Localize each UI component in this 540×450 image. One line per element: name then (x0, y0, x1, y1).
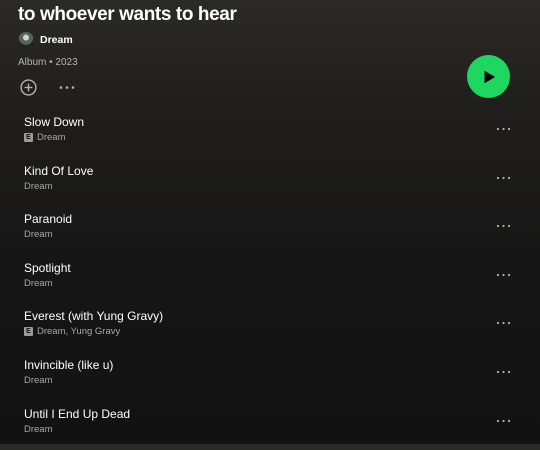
track-more-button[interactable] (495, 171, 512, 183)
play-button[interactable] (467, 55, 510, 98)
more-horizontal-icon (496, 127, 511, 131)
track-artist[interactable]: Dream (24, 229, 53, 240)
more-horizontal-icon (496, 225, 511, 228)
track-artist[interactable]: Dream (24, 424, 53, 435)
track-row[interactable]: Everest (with Yung Gravy) E Dream, Yung Gr… (0, 304, 540, 353)
track-title[interactable]: Paranoid (24, 212, 72, 226)
track-title[interactable]: Spotlight (24, 261, 71, 275)
track-artist[interactable]: Dream (24, 278, 53, 289)
track-artist[interactable]: Dream, Yung Gravy (37, 326, 120, 337)
track-artist-row: Dream (24, 229, 53, 240)
track-artist-row: Dream (24, 375, 53, 386)
track-title[interactable]: Until I End Up Dead (24, 407, 130, 421)
track-more-button[interactable] (495, 122, 512, 134)
more-horizontal-icon (496, 370, 511, 374)
track-artist-row: Dream (24, 278, 53, 289)
more-horizontal-icon (59, 86, 75, 89)
album-title: to whoever wants to hear (18, 4, 237, 25)
track-row[interactable]: Invincible (like u) Dream (0, 353, 540, 402)
track-row[interactable]: Kind Of Love Dream (0, 159, 540, 208)
more-horizontal-icon (496, 273, 511, 276)
track-title[interactable]: Slow Down (24, 115, 84, 129)
more-horizontal-icon (496, 419, 511, 422)
track-artist-row: Dream (24, 424, 53, 435)
track-more-button[interactable] (495, 268, 512, 280)
add-circle-icon (20, 79, 37, 96)
more-horizontal-icon (496, 322, 511, 325)
track-list: Slow Down E Dream Kind Of Love Dream Paranoid… (0, 110, 540, 450)
add-to-library-button[interactable] (20, 79, 37, 96)
album-meta: Album • 2023 (18, 57, 78, 68)
artist-name[interactable]: Dream (40, 34, 73, 46)
track-more-button[interactable] (495, 414, 512, 426)
track-artist-row: E Dream (24, 132, 66, 143)
track-title[interactable]: Everest (with Yung Gravy) (24, 309, 163, 323)
track-more-button[interactable] (495, 365, 512, 377)
artist-avatar (18, 32, 34, 48)
track-more-button[interactable] (495, 219, 512, 231)
album-artist[interactable]: Dream (18, 32, 73, 48)
track-row[interactable]: Paranoid Dream (0, 207, 540, 256)
track-title[interactable]: Kind Of Love (24, 164, 93, 178)
more-options-button[interactable] (58, 79, 76, 96)
track-artist-row: Dream (24, 181, 53, 192)
play-icon (484, 70, 495, 83)
explicit-badge: E (24, 327, 33, 337)
track-row[interactable]: Until I End Up Dead Dream (0, 402, 540, 450)
track-more-button[interactable] (495, 316, 512, 328)
track-artist[interactable]: Dream (24, 375, 53, 386)
track-row[interactable]: Spotlight Dream (0, 256, 540, 305)
track-artist-row: E Dream, Yung Gravy (24, 326, 120, 337)
track-title[interactable]: Invincible (like u) (24, 358, 113, 372)
track-artist[interactable]: Dream (37, 132, 66, 143)
more-horizontal-icon (496, 176, 511, 179)
track-row[interactable]: Slow Down E Dream (0, 110, 540, 159)
track-artist[interactable]: Dream (24, 181, 53, 192)
explicit-badge: E (24, 133, 33, 142)
